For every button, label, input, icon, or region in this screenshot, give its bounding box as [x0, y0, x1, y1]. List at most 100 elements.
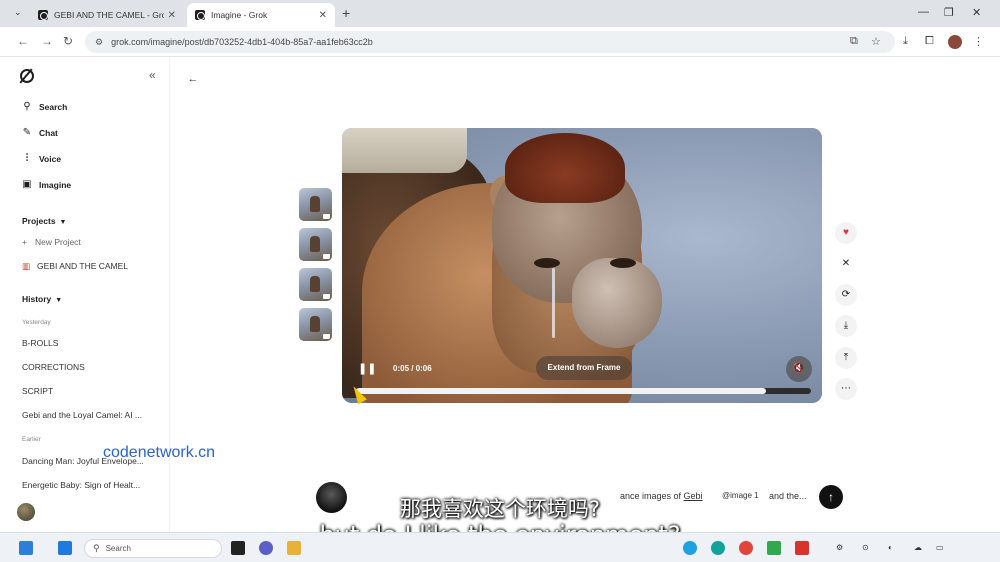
new-project-button[interactable]: + New Project	[22, 237, 81, 247]
playback-time: 0:05 / 0:06	[393, 364, 432, 373]
back-button[interactable]: ←	[184, 70, 202, 88]
tear-shape	[552, 268, 555, 338]
video-camera-icon	[323, 294, 330, 299]
extension-icon[interactable]: ⧠	[925, 35, 934, 48]
video-camera-icon	[323, 334, 330, 339]
history-item[interactable]: SCRIPT	[22, 386, 53, 396]
address-bar[interactable]: ⚙ grok.com/imagine/post/db703252-4db1-40…	[85, 31, 895, 53]
app-icon[interactable]	[711, 541, 725, 555]
tab-close-icon[interactable]: ✕	[168, 10, 176, 21]
projects-header[interactable]: Projects ▼	[22, 216, 66, 226]
progress-bar[interactable]	[356, 388, 811, 394]
nav-imagine-label: Imagine	[39, 179, 72, 190]
mute-icon[interactable]: 🔇	[786, 356, 812, 382]
url-text: grok.com/imagine/post/db703252-4db1-404b…	[111, 37, 373, 47]
windows-taskbar: ⚲ Search ⚙ ⊙ ◐ ☁ ▭	[0, 532, 1000, 562]
widgets-icon[interactable]	[19, 541, 33, 555]
pause-icon[interactable]: ❚❚	[358, 362, 376, 375]
wifi-icon[interactable]: ☁	[914, 543, 922, 552]
file-explorer-icon[interactable]	[287, 541, 301, 555]
video-thumbnail[interactable]	[299, 308, 332, 341]
nav-voice[interactable]: ⫶ Voice	[21, 153, 61, 164]
edge-icon[interactable]	[683, 541, 697, 555]
tray-icon[interactable]: ◐	[888, 543, 893, 552]
history-item[interactable]: Gebi and the Loyal Camel: AI ...	[22, 410, 142, 420]
search-icon: ⚲	[23, 101, 31, 112]
back-nav-icon[interactable]: ←	[17, 34, 29, 48]
voice-icon: ⫶	[25, 153, 29, 164]
window-close-icon[interactable]: ✕	[972, 6, 981, 19]
chat-app-icon[interactable]	[259, 541, 273, 555]
nav-imagine[interactable]: ▣ Imagine	[21, 179, 71, 190]
camel-hair-shape	[505, 133, 625, 203]
tab-close-icon[interactable]: ✕	[319, 10, 327, 21]
history-item[interactable]: CORRECTIONS	[22, 362, 85, 372]
project-item[interactable]: ▥ GEBI AND THE CAMEL	[22, 261, 128, 272]
chevron-down-icon: ▼	[55, 297, 63, 304]
extend-from-frame-button[interactable]: Extend from Frame	[536, 356, 632, 380]
browser-tab-strip: ⌄ GEBI AND THE CAMEL - Grok ✕ Imagine - …	[0, 0, 1000, 27]
app-icon[interactable]	[767, 541, 781, 555]
collapse-sidebar-icon[interactable]: «	[149, 68, 156, 82]
maximize-icon[interactable]: ❐	[944, 6, 954, 19]
app-icon[interactable]	[795, 541, 809, 555]
video-camera-icon	[323, 214, 330, 219]
nav-search-label: Search	[39, 101, 68, 112]
forward-nav-icon[interactable]: →	[41, 34, 53, 48]
share-upload-icon[interactable]: ⤒	[835, 347, 857, 369]
regenerate-icon[interactable]: ⟳	[835, 284, 857, 306]
plus-icon: +	[22, 237, 27, 247]
rider-shape	[342, 128, 467, 173]
chevron-down-icon: ▼	[59, 219, 67, 226]
nav-search[interactable]: ⚲ Search	[21, 101, 67, 112]
history-item[interactable]: Energetic Baby: Sign of Healt...	[22, 480, 140, 490]
camel-muzzle-shape	[572, 258, 662, 348]
volume-icon[interactable]: ▭	[936, 543, 944, 552]
reload-icon[interactable]: ↻	[63, 34, 73, 48]
watermark: codenetwork.cn	[103, 444, 216, 461]
browser-toolbar: ← → ↻ ⚙ grok.com/imagine/post/db703252-4…	[0, 27, 1000, 57]
tab-title: GEBI AND THE CAMEL - Grok	[54, 10, 164, 20]
image-icon: ▣	[22, 179, 32, 190]
video-player[interactable]: ❚❚ 0:05 / 0:06 Extend from Frame 🔇	[342, 128, 822, 403]
tray-icon[interactable]: ⚙	[836, 543, 843, 552]
bookmark-star-icon[interactable]: ☆	[871, 35, 881, 48]
project-item-label: GEBI AND THE CAMEL	[37, 261, 129, 271]
task-view-icon[interactable]	[231, 541, 245, 555]
browser-menu-icon[interactable]: ⋮	[973, 35, 984, 48]
close-icon[interactable]: ✕	[835, 253, 857, 275]
projects-label: Projects	[22, 216, 56, 226]
like-heart-icon[interactable]: ♥	[835, 222, 857, 244]
video-thumbnail[interactable]	[299, 228, 332, 261]
camel-eye-shape	[534, 258, 560, 268]
download-icon[interactable]: ⤓	[903, 35, 908, 48]
tray-icon[interactable]: ⊙	[862, 543, 869, 552]
tab-gebi-and-the-camel[interactable]: GEBI AND THE CAMEL - Grok ✕	[30, 3, 184, 27]
minimize-icon[interactable]: —	[918, 6, 929, 18]
nav-chat[interactable]: ✎ Chat	[21, 127, 58, 138]
video-thumbnail[interactable]	[299, 188, 332, 221]
grok-logo-icon[interactable]	[20, 69, 34, 83]
start-windows-icon[interactable]	[58, 541, 72, 555]
tab-imagine[interactable]: Imagine - Grok ✕	[187, 3, 335, 27]
arrow-left-icon: ←	[187, 73, 199, 85]
history-item[interactable]: B-ROLLS	[22, 338, 58, 348]
group-label-yesterday: Yesterday	[22, 319, 51, 326]
new-project-label: New Project	[34, 237, 81, 247]
download-icon[interactable]: ⤓	[835, 315, 857, 337]
chrome-icon[interactable]	[739, 541, 753, 555]
taskbar-search[interactable]: ⚲ Search	[84, 539, 222, 558]
new-tab-icon[interactable]: +	[342, 5, 350, 21]
subtitle-chinese: 那我喜欢这个环境吗?	[399, 497, 601, 521]
nav-chat-label: Chat	[39, 127, 58, 138]
install-app-icon[interactable]: ⧉	[850, 35, 858, 48]
grok-favicon-icon	[38, 10, 48, 20]
tab-search-chevron-icon[interactable]: ⌄	[14, 7, 22, 18]
more-options-icon[interactable]: ⋯	[835, 378, 857, 400]
screen: ⌄ GEBI AND THE CAMEL - Grok ✕ Imagine - …	[0, 0, 1000, 562]
site-info-icon[interactable]: ⚙	[95, 37, 103, 48]
video-thumbnail[interactable]	[299, 268, 332, 301]
history-header[interactable]: History ▼	[22, 294, 62, 304]
grok-favicon-icon	[195, 10, 205, 20]
profile-avatar[interactable]	[948, 35, 962, 49]
